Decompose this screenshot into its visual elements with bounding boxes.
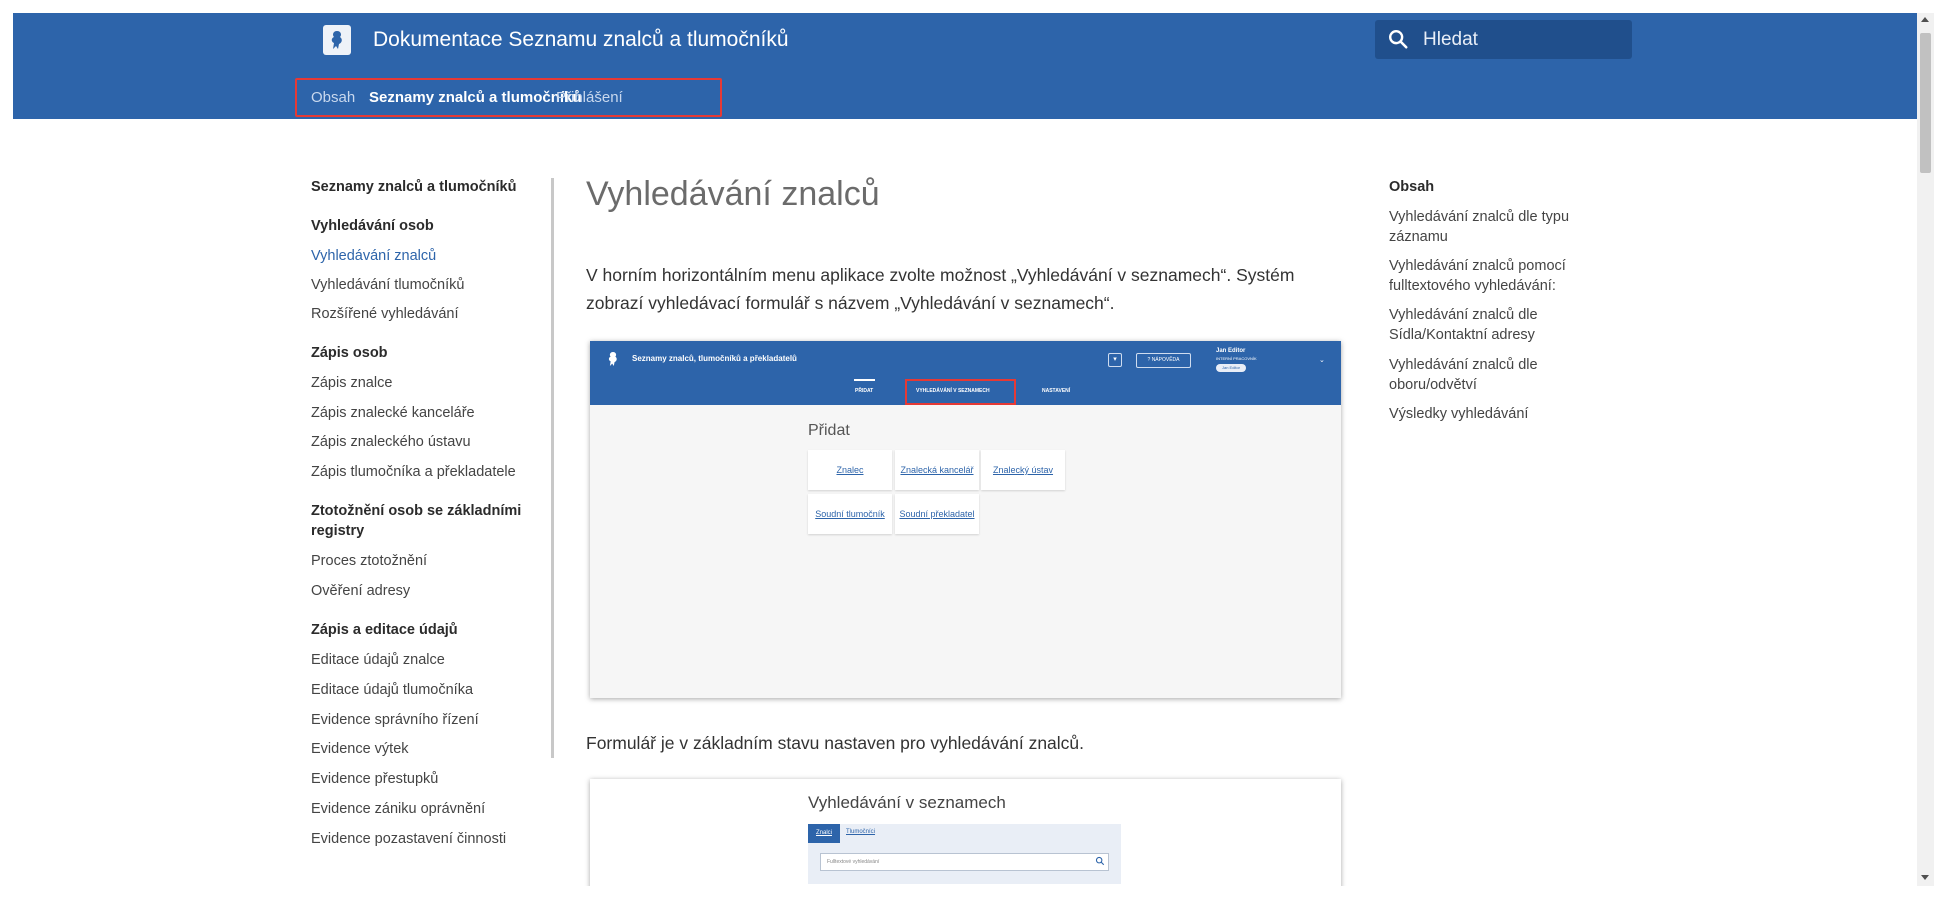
nav-item-evidence-zaniku[interactable]: Evidence zániku oprávnění	[311, 799, 485, 819]
screenshot2-title: Vyhledávání v seznamech	[808, 793, 1006, 812]
scrollbar-thumb[interactable]	[1920, 33, 1931, 173]
scroll-up-arrow-icon[interactable]	[1921, 17, 1929, 22]
nav-item-zapis-tlumocnika[interactable]: Zápis tlumočníka a překladatele	[311, 462, 516, 482]
tab-obsah[interactable]: Obsah	[311, 88, 355, 108]
nav-title[interactable]: Seznamy znalců a tlumočníků	[311, 179, 516, 195]
screenshot-user-pill: Jan Editor	[1216, 364, 1247, 372]
screenshot-tile-kancelar: Znalecká kancelář	[895, 450, 979, 490]
site-header: Dokumentace Seznamu znalců a tlumočníků …	[13, 13, 1917, 119]
screenshot-help-label: NÁPOVĚDA	[1151, 357, 1180, 363]
toc-item-sidlo[interactable]: Vyhledávání znalců dle Sídla/Kontaktní a…	[1389, 305, 1589, 345]
screenshot-tile-prekladatel: Soudní překladatel	[895, 494, 979, 534]
tab-prihlaseni[interactable]: Přihlášení	[556, 88, 623, 108]
browser-viewport: Dokumentace Seznamu znalců a tlumočníků …	[0, 0, 1947, 899]
search-icon	[1095, 856, 1105, 866]
toc-item-typ-zaznamu[interactable]: Vyhledávání znalců dle typu záznamu	[1389, 207, 1589, 247]
screenshot-user-role: INTERNÍ PRACOVNÍK	[1216, 356, 1257, 361]
top-tabs: Obsah Seznamy znalců a tlumočníků Přihlá…	[295, 78, 722, 117]
intro-paragraph: V horním horizontálním menu aplikace zvo…	[586, 265, 1295, 313]
vertical-scrollbar[interactable]	[1917, 13, 1934, 886]
nav-section-heading: Vyhledávání osob	[311, 218, 434, 234]
app-screenshot-search: Vyhledávání v seznamech Znalci Tlumočníc…	[590, 779, 1341, 899]
lion-emblem-icon	[331, 31, 342, 49]
lion-logo-icon[interactable]	[323, 25, 351, 55]
screenshot-app-title: Seznamy znalců, tlumočníků a překladatel…	[632, 354, 797, 363]
lion-emblem-icon	[606, 350, 622, 370]
nav-item-vyhledavani-tlumocniku[interactable]: Vyhledávání tlumočníků	[311, 275, 464, 295]
window-bottom-edge	[0, 886, 1947, 899]
window-left-edge	[0, 0, 13, 899]
screenshot-nav-nastaveni: NASTAVENÍ	[1042, 388, 1071, 394]
screenshot-help-button: ? NÁPOVĚDA	[1136, 353, 1191, 368]
nav-item-overeni-adresy[interactable]: Ověření adresy	[311, 581, 410, 601]
nav-section-heading: Zápis osob	[311, 345, 388, 361]
screenshot2-tab-znalci: Znalci	[808, 824, 840, 843]
nav-item-proces-ztotozneni[interactable]: Proces ztotožnění	[311, 551, 427, 571]
nav-section-heading: Zápis a editace údajů	[311, 622, 458, 638]
help-icon: ?	[1147, 357, 1151, 363]
nav-item-zapis-ustavu[interactable]: Zápis znaleckého ústavu	[311, 432, 471, 452]
nav-item-evidence-vytek[interactable]: Evidence výtek	[311, 739, 409, 759]
nav-item-editace-znalce[interactable]: Editace údajů znalce	[311, 650, 445, 670]
window-top-edge	[0, 0, 1947, 13]
nav-item-rozsirene-vyhledavani[interactable]: Rozšířené vyhledávání	[311, 304, 459, 324]
form-default-paragraph: Formulář je v základním stavu nastaven p…	[586, 733, 1085, 753]
app-screenshot-add: Seznamy znalců, tlumočníků a překladatel…	[590, 341, 1341, 698]
nav-item-evidence-pozastaveni[interactable]: Evidence pozastavení činnosti	[311, 829, 506, 849]
nav-item-zapis-kancelare[interactable]: Zápis znalecké kanceláře	[311, 403, 475, 423]
toc-item-obor[interactable]: Vyhledávání znalců dle oboru/odvětví	[1389, 355, 1589, 395]
scroll-down-arrow-icon[interactable]	[1921, 875, 1929, 880]
screenshot-active-underline	[854, 379, 875, 381]
nav-item-evidence-prestupku[interactable]: Evidence přestupků	[311, 769, 438, 789]
search-input[interactable]	[1423, 20, 1623, 59]
screenshot-section-title: Přidat	[808, 422, 850, 439]
nav-item-evidence-spravniho-rizeni[interactable]: Evidence správního řízení	[311, 710, 479, 730]
nav-item-editace-tlumocnika[interactable]: Editace údajů tlumočníka	[311, 680, 473, 700]
screenshot-user-name: Jan Editor	[1216, 348, 1246, 354]
nav-item-zapis-znalce[interactable]: Zápis znalce	[311, 373, 392, 393]
page-title: Vyhledávání znalců	[586, 175, 880, 213]
nav-item-vyhledavani-znalcu[interactable]: Vyhledávání znalců	[311, 246, 436, 266]
nav-section-heading: Ztotožnění osob se základními registry	[311, 503, 522, 539]
search-icon[interactable]	[1387, 28, 1409, 50]
screenshot-tile-znalec: Znalec	[808, 450, 892, 490]
tab-seznamy[interactable]: Seznamy znalců a tlumočníků	[369, 88, 582, 108]
screenshot-tile-ustav: Znalecký ústav	[981, 450, 1065, 490]
chevron-down-icon: ⌄	[1319, 357, 1325, 364]
toc-title: Obsah	[1389, 179, 1435, 195]
search-box[interactable]	[1375, 20, 1632, 59]
toc-item-fulltext[interactable]: Vyhledávání znalců pomocí fulltextového …	[1389, 256, 1589, 296]
toc-item-vysledky[interactable]: Výsledky vyhledávání	[1389, 404, 1589, 424]
chevron-down-icon: ▾	[1108, 353, 1122, 367]
screenshot-highlight-box	[905, 379, 1016, 405]
screenshot-tile-tlumocnik: Soudní tlumočník	[808, 494, 892, 534]
screenshot2-input: Fulltextové vyhledávání	[820, 853, 1109, 871]
screenshot-user-block: Jan Editor INTERNÍ PRACOVNÍK Jan Editor	[1216, 347, 1257, 372]
screenshot2-tab-tlumocnici: Tlumočníci	[846, 829, 876, 835]
site-title[interactable]: Dokumentace Seznamu znalců a tlumočníků	[373, 25, 789, 55]
screenshot-nav-pridat: PŘIDAT	[855, 388, 874, 394]
nav-divider	[551, 178, 554, 758]
